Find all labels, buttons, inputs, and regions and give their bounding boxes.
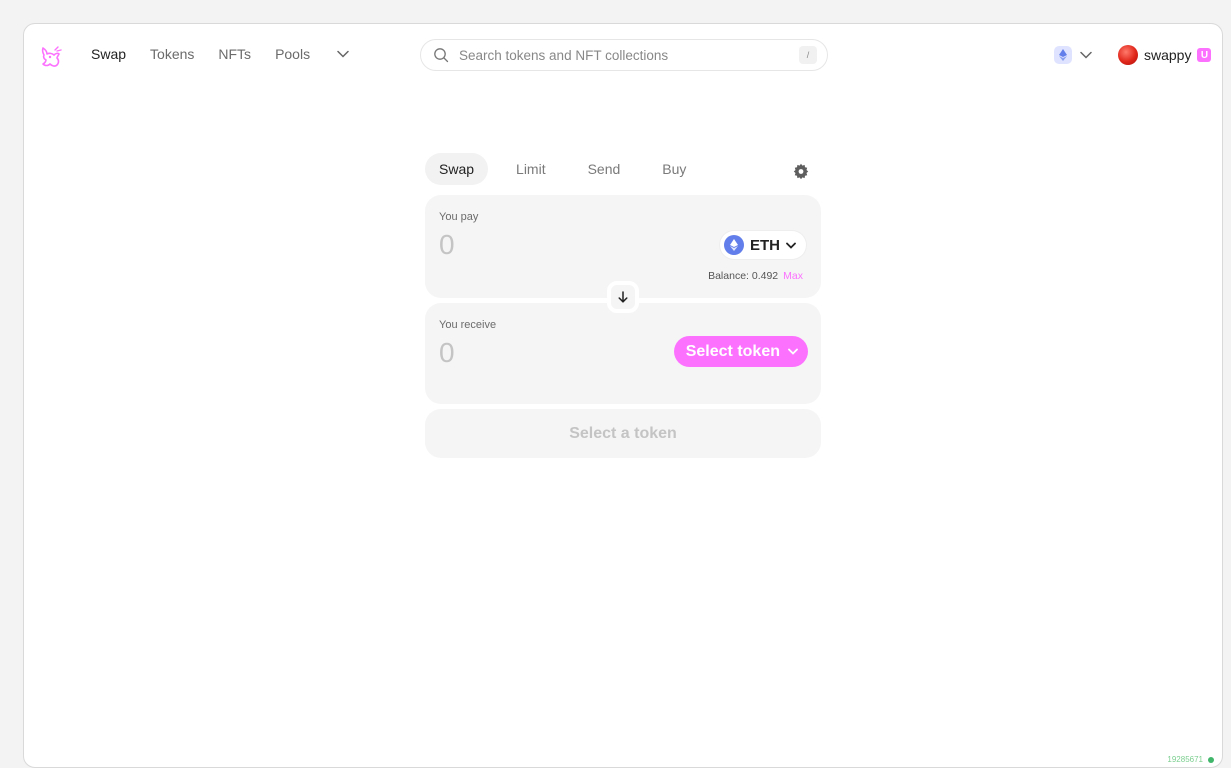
chevron-down-icon bbox=[786, 242, 796, 249]
balance-text: Balance: 0.492 bbox=[708, 270, 779, 282]
pay-token-selector[interactable]: ETH bbox=[720, 231, 806, 259]
receive-panel: You receive 0 Select token bbox=[425, 281, 821, 404]
swap-tabs: Swap Limit Send Buy bbox=[425, 152, 821, 186]
account-name: swappy bbox=[1144, 47, 1192, 63]
chevron-down-icon bbox=[1080, 51, 1092, 59]
chevron-down-icon bbox=[788, 348, 798, 355]
chain-selector[interactable] bbox=[1054, 46, 1092, 64]
nav-link-swap[interactable]: Swap bbox=[91, 46, 126, 62]
nav-link-nfts[interactable]: NFTs bbox=[218, 46, 251, 62]
browser-window: Swap Tokens NFTs Pools Search tokens and… bbox=[23, 23, 1223, 768]
max-button[interactable]: Max bbox=[783, 270, 803, 282]
search-bar[interactable]: Search tokens and NFT collections / bbox=[420, 39, 828, 71]
account-button[interactable]: swappy U bbox=[1118, 45, 1212, 65]
top-nav: Swap Tokens NFTs Pools Search tokens and… bbox=[24, 24, 1222, 88]
select-a-token-button[interactable]: Select a token bbox=[425, 409, 821, 458]
switch-tokens-button[interactable] bbox=[607, 281, 639, 313]
search-placeholder[interactable]: Search tokens and NFT collections bbox=[459, 48, 799, 63]
pay-amount-input[interactable]: 0 bbox=[439, 229, 455, 261]
gear-icon[interactable] bbox=[793, 163, 809, 179]
block-status: 19285671 bbox=[1167, 755, 1214, 764]
uniswap-logo-icon[interactable] bbox=[38, 44, 64, 70]
balance-row: Balance: 0.492 Max bbox=[708, 270, 803, 282]
arrow-down-icon bbox=[618, 291, 628, 303]
tab-buy[interactable]: Buy bbox=[648, 153, 700, 185]
nav-link-tokens[interactable]: Tokens bbox=[150, 46, 194, 62]
chevron-down-icon[interactable] bbox=[336, 47, 350, 61]
block-number: 19285671 bbox=[1167, 755, 1203, 764]
unitag-badge-icon: U bbox=[1197, 48, 1212, 62]
ethereum-icon bbox=[1054, 46, 1072, 64]
receive-amount-input[interactable]: 0 bbox=[439, 337, 455, 369]
receive-label: You receive bbox=[439, 319, 497, 331]
status-dot-icon bbox=[1208, 756, 1214, 763]
avatar bbox=[1118, 45, 1138, 65]
select-token-label: Select token bbox=[685, 342, 780, 360]
search-shortcut-key: / bbox=[799, 46, 817, 64]
select-token-button[interactable]: Select token bbox=[673, 336, 808, 367]
tab-swap[interactable]: Swap bbox=[425, 153, 489, 185]
pay-label: You pay bbox=[439, 211, 479, 223]
swap-widget: Swap Limit Send Buy You pay 0 ETH Balanc… bbox=[425, 152, 821, 458]
tab-limit[interactable]: Limit bbox=[502, 153, 560, 185]
tab-send[interactable]: Send bbox=[574, 153, 635, 185]
search-icon bbox=[434, 48, 449, 63]
nav-links: Swap Tokens NFTs Pools bbox=[91, 46, 350, 62]
pay-token-symbol: ETH bbox=[750, 236, 780, 254]
ethereum-icon bbox=[724, 235, 744, 255]
nav-link-pools[interactable]: Pools bbox=[275, 46, 310, 62]
